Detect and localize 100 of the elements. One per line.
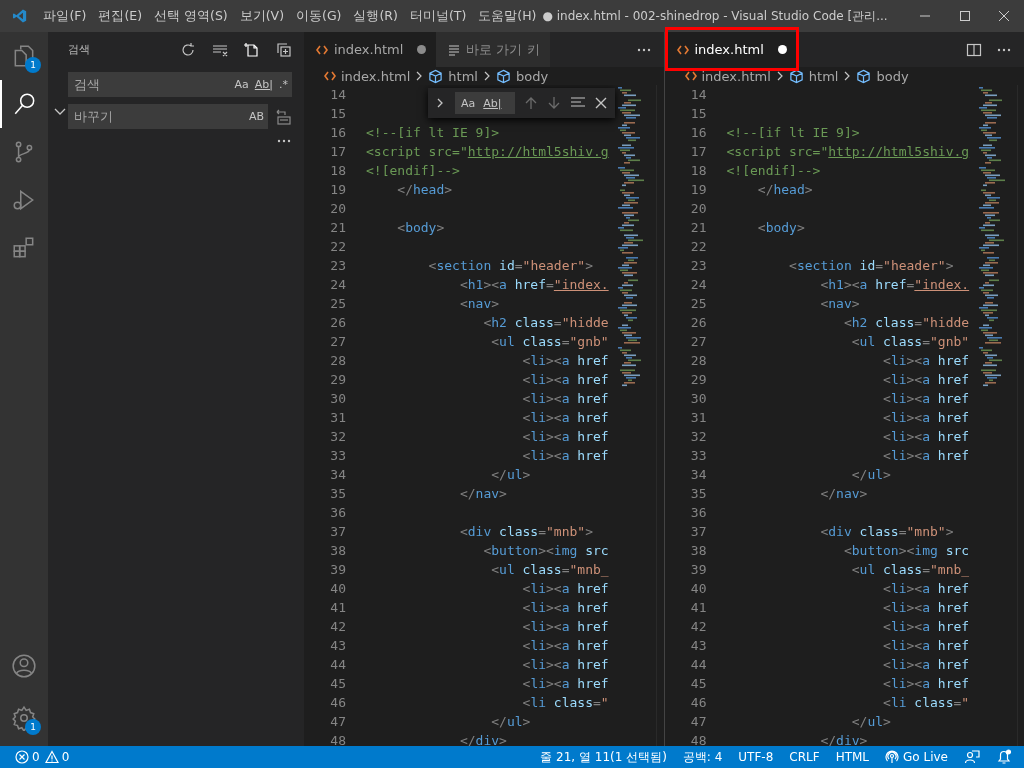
line-number: 16 xyxy=(329,124,346,142)
bell-icon[interactable] xyxy=(996,749,1012,765)
tab-label: index.html xyxy=(334,42,404,57)
line-number: 33 xyxy=(689,447,707,465)
feedback-icon[interactable] xyxy=(964,749,980,765)
more-icon[interactable] xyxy=(996,46,1012,53)
broadcast-icon xyxy=(885,750,900,764)
find-option-toggle[interactable]: Ab| xyxy=(483,96,502,110)
code-line: </ul> xyxy=(850,467,891,482)
line-number: 15 xyxy=(329,105,346,123)
chevron-icon xyxy=(415,70,424,82)
warning-icon xyxy=(44,750,59,764)
code-line: <h2 class="hidde xyxy=(842,315,970,330)
code-line: <li><a href xyxy=(521,657,609,672)
menu-item[interactable]: 선택 영역(S) xyxy=(148,7,234,25)
line-number: 45 xyxy=(689,675,707,693)
line-number: 42 xyxy=(329,618,346,636)
line-number: 23 xyxy=(689,257,707,275)
breadcrumb-item[interactable]: html xyxy=(808,68,839,84)
replace-all-icon[interactable] xyxy=(274,108,292,125)
menu-item[interactable]: 터미널(T) xyxy=(403,7,473,25)
new-file-icon[interactable] xyxy=(244,41,260,58)
code-line: <li><a href xyxy=(521,391,609,406)
more-icon[interactable] xyxy=(635,46,652,53)
code-line: <li><a href xyxy=(882,391,970,406)
app-logo-icon xyxy=(12,7,28,25)
line-number: 44 xyxy=(329,656,346,674)
search-option-toggle[interactable]: Ab| xyxy=(254,78,273,91)
menu-item[interactable]: 도움말(H) xyxy=(472,7,543,25)
code-line: <li><a href xyxy=(882,619,970,634)
breadcrumb-item[interactable]: index.html xyxy=(341,68,411,84)
breadcrumb-item[interactable]: html xyxy=(448,68,478,84)
line-number: 46 xyxy=(329,694,346,712)
editor-tab[interactable]: index.html xyxy=(304,32,437,67)
breadcrumb-item[interactable]: index.html xyxy=(701,68,771,84)
status-item[interactable]: CRLF xyxy=(789,750,820,764)
cube-icon xyxy=(495,68,511,84)
code-line: <![endif]--> xyxy=(366,163,460,178)
status-item[interactable]: 줄 21, 열 11(1 선택됨) xyxy=(540,748,667,766)
line-number: 36 xyxy=(329,504,346,522)
go-live-button[interactable]: Go Live xyxy=(903,750,948,764)
split-editor-icon[interactable] xyxy=(966,41,982,58)
replace-field[interactable]: 바꾸기 AB xyxy=(68,104,268,129)
find-option-toggle[interactable]: Aa xyxy=(461,96,476,110)
activity-bar-item[interactable]: 1 xyxy=(0,694,48,742)
cube-icon xyxy=(428,68,444,84)
find-field[interactable]: Aa Ab| xyxy=(455,92,516,114)
code-line: <h1><a href="index. xyxy=(458,277,609,292)
menu-item[interactable]: 파일(F) xyxy=(37,7,93,25)
html-file-icon xyxy=(676,44,689,55)
line-number: 27 xyxy=(329,333,346,351)
arrow-down-icon[interactable] xyxy=(547,96,562,110)
code-line: <h1><a href="index. xyxy=(819,277,970,292)
preserve-case-toggle[interactable]: AB xyxy=(248,110,264,123)
code-line: <ul class="gnb" xyxy=(850,334,970,349)
collapse-all-icon[interactable] xyxy=(276,41,292,58)
status-item[interactable]: 공백: 4 xyxy=(682,748,723,766)
close-icon[interactable] xyxy=(998,10,1011,22)
activity-bar-item[interactable]: 1 xyxy=(0,32,48,80)
menu-item[interactable]: 보기(V) xyxy=(233,7,291,25)
code-line: <ul class="mnb_ xyxy=(850,562,970,577)
code-line: <nav> xyxy=(458,296,500,311)
line-number: 34 xyxy=(329,466,346,484)
line-number: 30 xyxy=(329,390,346,408)
more-icon[interactable] xyxy=(276,138,292,144)
status-count[interactable]: 0 xyxy=(61,750,70,764)
code-line: <!--[if lt IE 9]> xyxy=(726,125,860,140)
refresh-icon[interactable] xyxy=(180,41,196,58)
code-line: <li><a href xyxy=(521,372,609,387)
status-count[interactable]: 0 xyxy=(32,750,40,764)
search-option-toggle[interactable]: .* xyxy=(279,78,288,91)
search-field[interactable]: 검색 Aa Ab| .* xyxy=(68,72,292,97)
breadcrumb-item[interactable]: body xyxy=(876,68,909,84)
line-number: 38 xyxy=(329,542,346,560)
arrow-up-icon[interactable] xyxy=(524,96,539,110)
menu-item[interactable]: 편집(E) xyxy=(92,7,149,25)
code-line: <ul class="mnb_ xyxy=(490,562,609,577)
status-item[interactable]: HTML xyxy=(835,750,870,764)
menu-item[interactable]: 이동(G) xyxy=(290,7,348,25)
line-number: 24 xyxy=(329,276,346,294)
line-number: 16 xyxy=(689,124,707,142)
breadcrumb-item[interactable]: body xyxy=(515,68,549,84)
status-item[interactable]: UTF-8 xyxy=(738,750,774,764)
menu-item[interactable]: 실행(R) xyxy=(347,7,404,25)
find-in-selection-icon[interactable] xyxy=(570,96,587,110)
line-number: 38 xyxy=(689,542,707,560)
line-number: 33 xyxy=(329,447,346,465)
code-line: <li><a href xyxy=(882,372,970,387)
close-icon[interactable] xyxy=(595,97,608,109)
code-line: </ul> xyxy=(490,714,531,729)
line-number: 19 xyxy=(689,181,707,199)
line-number: 14 xyxy=(689,86,707,104)
search-option-toggle[interactable]: Aa xyxy=(234,78,249,91)
code-line: <li><a href xyxy=(882,638,970,653)
maximize-icon[interactable] xyxy=(958,10,971,22)
code-line: <li><a href xyxy=(521,676,609,691)
editor-tab[interactable]: 바로 가기 키 xyxy=(436,32,550,67)
line-number: 47 xyxy=(689,713,707,731)
line-number: 32 xyxy=(329,428,346,446)
line-number: 24 xyxy=(689,276,707,294)
